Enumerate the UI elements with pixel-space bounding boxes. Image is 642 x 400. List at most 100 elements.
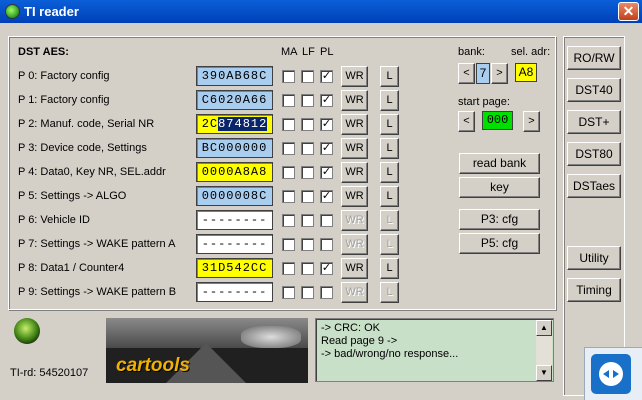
console-line: -> bad/wrong/no response...	[321, 348, 459, 360]
checkbox-ma[interactable]	[282, 70, 295, 83]
utility-button[interactable]: Utility	[567, 246, 621, 270]
wr-button[interactable]: WR	[341, 186, 368, 207]
window-title: TI reader	[24, 4, 79, 19]
page-hex-field[interactable]: --------	[196, 210, 273, 230]
console-output: -> CRC: OK Read page 9 -> -> bad/wrong/n…	[315, 318, 554, 382]
dstaes-button[interactable]: DSTaes	[567, 174, 621, 198]
ma-column-header: MA	[281, 46, 298, 58]
lock-button[interactable]: L	[380, 258, 399, 279]
wr-button[interactable]: WR	[341, 210, 368, 231]
lock-button[interactable]: L	[380, 282, 399, 303]
checkbox-lf[interactable]	[301, 118, 314, 131]
checkbox-pl[interactable]: ✓	[320, 94, 333, 107]
page-row-label: P 5: Settings -> ALGO	[18, 190, 127, 202]
checkbox-lf[interactable]	[301, 286, 314, 299]
checkbox-lf[interactable]	[301, 262, 314, 275]
page-row-label: P 9: Settings -> WAKE pattern B	[18, 286, 177, 298]
close-button[interactable]: ✕	[618, 2, 639, 21]
checkbox-pl[interactable]: ✓	[320, 190, 333, 203]
wr-button[interactable]: WR	[341, 282, 368, 303]
lock-button[interactable]: L	[380, 162, 399, 183]
page-hex-field[interactable]: C6020A66	[196, 90, 273, 110]
wr-button[interactable]: WR	[341, 162, 368, 183]
console-scrollbar[interactable]: ▲ ▼	[536, 320, 552, 381]
checkbox-pl[interactable]: ✓	[320, 70, 333, 83]
checkbox-ma[interactable]	[282, 286, 295, 299]
scroll-down-icon[interactable]: ▼	[536, 365, 552, 381]
wr-button[interactable]: WR	[341, 234, 368, 255]
bank-next-button[interactable]: >	[491, 63, 508, 84]
checkbox-lf[interactable]	[301, 166, 314, 179]
checkbox-pl[interactable]	[320, 214, 333, 227]
checkbox-pl[interactable]: ✓	[320, 142, 333, 155]
dst40-button[interactable]: DST40	[567, 78, 621, 102]
page-hex-field[interactable]: 2C874812	[196, 114, 273, 134]
checkbox-ma[interactable]	[282, 166, 295, 179]
key-button[interactable]: key	[459, 177, 540, 198]
scroll-up-icon[interactable]: ▲	[536, 320, 552, 336]
page-hex-field[interactable]: 0000008C	[196, 186, 273, 206]
bank-label: bank:	[458, 46, 485, 58]
checkbox-lf[interactable]	[301, 214, 314, 227]
dstplus-button[interactable]: DST+	[567, 110, 621, 134]
bank-prev-button[interactable]: <	[458, 63, 475, 84]
page-hex-field[interactable]: 390AB68C	[196, 66, 273, 86]
page-hex-field[interactable]: --------	[196, 282, 273, 302]
hex-prefix: 2C	[201, 117, 219, 131]
checkbox-ma[interactable]	[282, 238, 295, 251]
lock-button[interactable]: L	[380, 66, 399, 87]
lock-button[interactable]: L	[380, 138, 399, 159]
page-row-label: P 1: Factory config	[18, 94, 110, 106]
lock-button[interactable]: L	[380, 186, 399, 207]
pl-column-header: PL	[320, 46, 334, 58]
checkbox-lf[interactable]	[301, 70, 314, 83]
start-page-next-button[interactable]: >	[523, 111, 540, 132]
lock-button[interactable]: L	[380, 114, 399, 135]
page-row-label: P 2: Manuf. code, Serial NR	[18, 118, 155, 130]
wr-button[interactable]: WR	[341, 258, 368, 279]
lf-column-header: LF	[302, 46, 315, 58]
title-bar: TI reader ✕	[0, 0, 642, 23]
checkbox-pl[interactable]: ✓	[320, 262, 333, 275]
page-hex-field[interactable]: 0000A8A8	[196, 162, 273, 182]
p3-cfg-button[interactable]: P3: cfg	[459, 209, 540, 230]
lock-button[interactable]: L	[380, 234, 399, 255]
hex-selected: 874812	[218, 117, 268, 131]
checkbox-pl[interactable]: ✓	[320, 166, 333, 179]
page-row-label: P 0: Factory config	[18, 70, 110, 82]
start-page-prev-button[interactable]: <	[458, 111, 475, 132]
checkbox-lf[interactable]	[301, 94, 314, 107]
app-icon	[5, 4, 20, 19]
wr-button[interactable]: WR	[341, 138, 368, 159]
checkbox-lf[interactable]	[301, 142, 314, 155]
checkbox-ma[interactable]	[282, 94, 295, 107]
checkbox-pl[interactable]	[320, 286, 333, 299]
wr-button[interactable]: WR	[341, 66, 368, 87]
checkbox-ma[interactable]	[282, 142, 295, 155]
p5-cfg-button[interactable]: P5: cfg	[459, 233, 540, 254]
teamviewer-overlay	[584, 347, 642, 400]
checkbox-lf[interactable]	[301, 190, 314, 203]
checkbox-ma[interactable]	[282, 214, 295, 227]
checkbox-pl[interactable]: ✓	[320, 118, 333, 131]
bank-value: 7	[476, 63, 490, 84]
wr-button[interactable]: WR	[341, 114, 368, 135]
read-bank-button[interactable]: read bank	[459, 153, 540, 174]
dst80-button[interactable]: DST80	[567, 142, 621, 166]
wr-button[interactable]: WR	[341, 90, 368, 111]
checkbox-ma[interactable]	[282, 118, 295, 131]
checkbox-lf[interactable]	[301, 238, 314, 251]
cartools-logo-text: cartools	[116, 355, 190, 376]
page-hex-field[interactable]: --------	[196, 234, 273, 254]
checkbox-pl[interactable]	[320, 238, 333, 251]
page-row-label: P 3: Device code, Settings	[18, 142, 147, 154]
lock-button[interactable]: L	[380, 90, 399, 111]
timing-button[interactable]: Timing	[567, 278, 621, 302]
checkbox-ma[interactable]	[282, 262, 295, 275]
teamviewer-icon	[591, 354, 631, 394]
lock-button[interactable]: L	[380, 210, 399, 231]
page-hex-field[interactable]: BC000000	[196, 138, 273, 158]
page-hex-field[interactable]: 31D542CC	[196, 258, 273, 278]
checkbox-ma[interactable]	[282, 190, 295, 203]
rorw-button[interactable]: RO/RW	[567, 46, 621, 70]
